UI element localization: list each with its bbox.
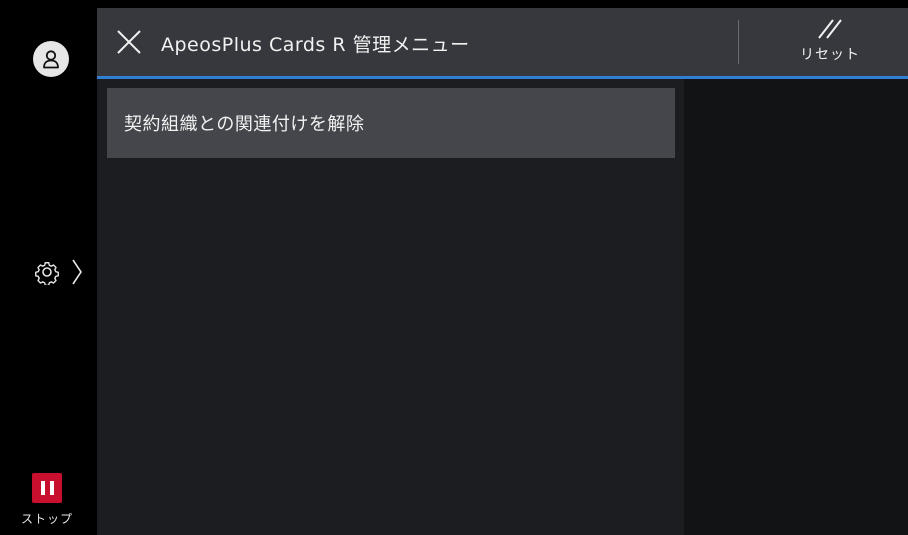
chevron-right-icon: [72, 259, 82, 285]
reset-icon: [818, 19, 842, 39]
side-panel: [684, 79, 908, 535]
menu-item-label: 契約組織との関連付けを解除: [124, 114, 365, 135]
main-panel: 契約組織との関連付けを解除: [97, 79, 684, 535]
unlink-organization-item[interactable]: 契約組織との関連付けを解除: [107, 88, 675, 158]
user-button[interactable]: [33, 41, 69, 77]
screen: ストップ ApeosPlus Cards R 管理メニュー リセット 契約組織と…: [0, 0, 908, 535]
header-divider: [738, 20, 739, 64]
pause-icon: [32, 473, 62, 503]
page-title: ApeosPlus Cards R 管理メニュー: [161, 34, 470, 56]
user-icon: [43, 50, 59, 69]
close-button[interactable]: [113, 26, 145, 58]
header-bar: ApeosPlus Cards R 管理メニュー リセット: [97, 8, 908, 79]
device-settings-button[interactable]: [34, 254, 94, 290]
stop-label: ストップ: [20, 512, 73, 526]
stop-button[interactable]: ストップ: [14, 470, 80, 532]
close-icon: [117, 30, 141, 54]
left-rail: ストップ: [0, 0, 97, 535]
reset-button[interactable]: リセット: [787, 16, 873, 72]
gear-icon: [35, 262, 59, 285]
reset-label: リセット: [800, 47, 860, 63]
